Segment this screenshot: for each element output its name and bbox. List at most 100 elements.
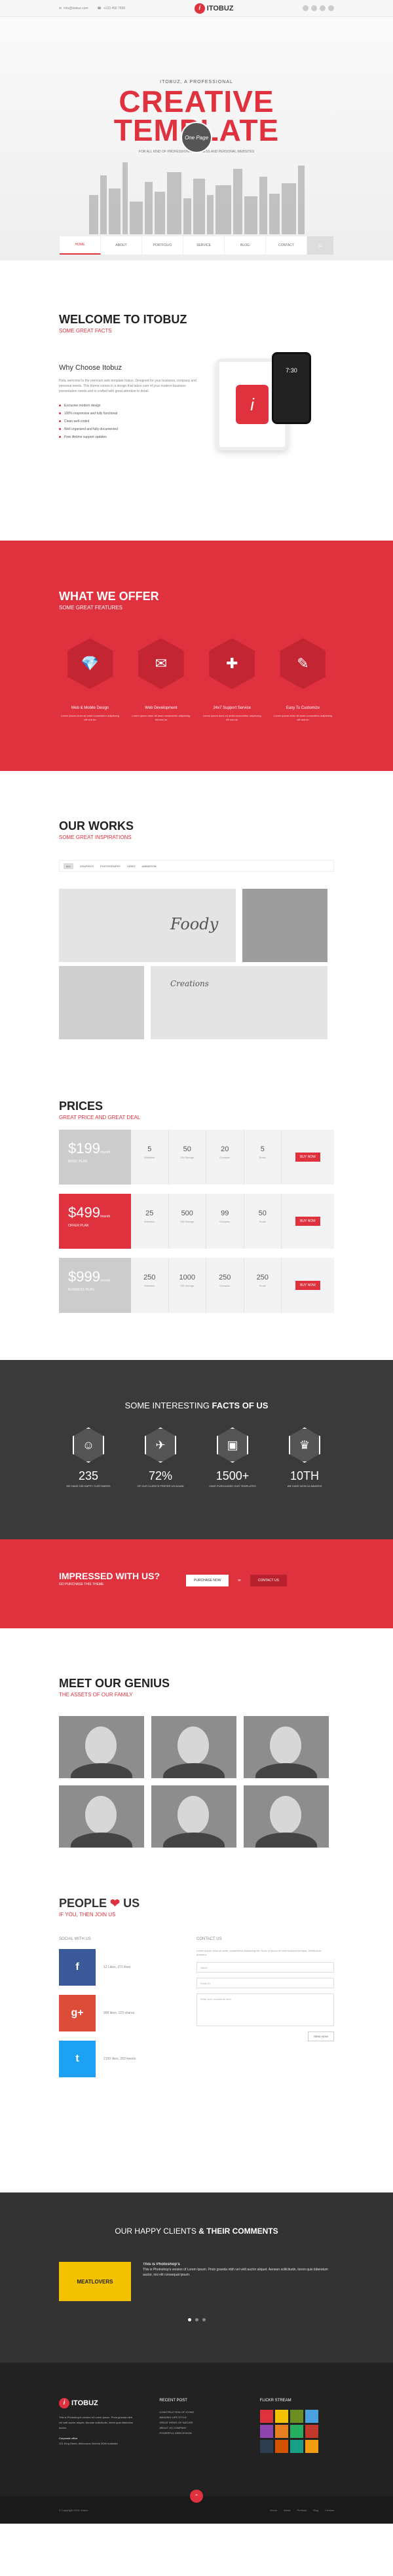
social-googleplus[interactable]: g+ 999 likes, 123 shares	[59, 1995, 157, 2031]
footer-bottom: ⌃ © Copyright 2014, Itobuz Home About Po…	[0, 2490, 393, 2524]
portfolio-tile-foody[interactable]: Foody	[59, 889, 236, 962]
plan-price: $999/month BUSINESS PLAN	[59, 1258, 131, 1313]
footer-link-blog[interactable]: Blog	[313, 2509, 318, 2512]
flickr-thumbnail[interactable]	[305, 2425, 318, 2438]
team-grid	[59, 1716, 334, 1848]
offer-item-title: Web Development	[145, 706, 178, 710]
flickr-thumbnail[interactable]	[259, 2425, 273, 2438]
envelope-icon: ✉	[138, 638, 184, 689]
facebook-icon[interactable]	[303, 5, 309, 11]
nav-about[interactable]: ABOUT	[101, 236, 142, 255]
logo-text: ITOBUZ	[206, 4, 234, 12]
team-section: MEET OUR GENIUS THE ASSETS OF OUR FAMILY	[0, 1628, 393, 1880]
cell-label: Domains	[219, 1284, 231, 1287]
footer-logo[interactable]: i ITOBUZ	[59, 2398, 133, 2408]
carousel-dot[interactable]	[202, 2318, 206, 2321]
filter-graphics[interactable]: GRAPHICS	[80, 865, 94, 868]
team-member-photo[interactable]	[244, 1716, 329, 1778]
flickr-thumbnail[interactable]	[259, 2410, 273, 2423]
flickr-thumbnail[interactable]	[274, 2425, 288, 2438]
send-now-button[interactable]: SEND NOW	[308, 2031, 334, 2041]
flickr-thumbnail[interactable]	[274, 2410, 288, 2423]
carousel-dot[interactable]	[195, 2318, 198, 2321]
offer-subtitle: SOME GREAT FEATURES	[59, 605, 122, 611]
filter-video[interactable]: VIDEO	[127, 865, 135, 868]
filter-animation[interactable]: ANIMATION	[142, 865, 157, 868]
flickr-thumbnail[interactable]	[259, 2440, 273, 2453]
testimonials-section: OUR HAPPY CLIENTS & THEIR COMMENTS MEATL…	[0, 2192, 393, 2363]
cell-value: 99	[221, 1209, 229, 1217]
dribbble-icon[interactable]	[328, 5, 334, 11]
team-member-photo[interactable]	[244, 1785, 329, 1848]
email-item[interactable]: ✉ info@itobuz.com	[59, 7, 88, 10]
cell-label: Websites	[144, 1156, 155, 1159]
nav-portfolio[interactable]: PORTFOLIO	[142, 236, 183, 255]
flickr-thumbnail[interactable]	[290, 2410, 303, 2423]
footer-link-about[interactable]: About	[284, 2509, 290, 2512]
plan-cell: 50 Email	[244, 1194, 282, 1249]
team-member-photo[interactable]	[151, 1785, 236, 1848]
portfolio-tile[interactable]	[242, 889, 328, 962]
scroll-up-icon[interactable]: ⌃	[190, 2490, 203, 2503]
fact-number: 72%	[148, 1469, 173, 1482]
social-facebook[interactable]: f 12 Likes, 271 likes	[59, 1949, 157, 1986]
filter-all[interactable]: ALL	[64, 863, 74, 869]
recent-post-link[interactable]: ABOUT US COMPANY	[159, 2425, 233, 2431]
lifebuoy-icon: ✚	[209, 638, 255, 689]
nav-service[interactable]: SERVICE	[183, 236, 225, 255]
nav-blog[interactable]: BLOG	[225, 236, 266, 255]
footer-link-portfolio[interactable]: Portfolio	[297, 2509, 307, 2512]
footer-link-home[interactable]: Home	[270, 2509, 277, 2512]
footer-columns: i ITOBUZ This is Photoshop's version of …	[59, 2398, 334, 2453]
name-field[interactable]: Name	[196, 1962, 334, 1973]
flickr-thumbnail[interactable]	[290, 2440, 303, 2453]
carousel-dot[interactable]	[187, 2318, 191, 2321]
nav-home[interactable]: HOME	[60, 236, 101, 255]
buy-now-button[interactable]: BUY NOW	[295, 1217, 320, 1226]
nav-contact[interactable]: CONTACT	[266, 236, 307, 255]
cell-label: Email	[259, 1156, 266, 1159]
recent-post-link[interactable]: CONSTRUCTION OF ICONS	[159, 2410, 233, 2415]
purchase-now-button[interactable]: PURCHASE NOW	[186, 1575, 229, 1586]
social-twitter[interactable]: t 2199 likes, 350 tweets	[59, 2041, 157, 2077]
cell-label: GB Storage	[180, 1284, 195, 1287]
portfolio-tile-creations[interactable]: Creations	[151, 966, 328, 1039]
team-member-photo[interactable]	[59, 1785, 144, 1848]
social-stats: 999 likes, 123 shares	[103, 2011, 135, 2015]
team-member-photo[interactable]	[151, 1716, 236, 1778]
welcome-section: WELCOME TO ITOBUZ SOME GREAT FACTS Why C…	[0, 260, 393, 541]
flickr-thumbnail[interactable]	[274, 2440, 288, 2453]
twitter-icon[interactable]	[311, 5, 317, 11]
buy-now-button[interactable]: BUY NOW	[295, 1153, 320, 1162]
testimonials-title-pre: OUR HAPPY CLIENTS	[115, 2227, 196, 2236]
footer-about: i ITOBUZ This is Photoshop's version of …	[59, 2398, 133, 2453]
flickr-thumbnail[interactable]	[305, 2440, 318, 2453]
buy-now-button[interactable]: BUY NOW	[295, 1281, 320, 1290]
message-field[interactable]: Write your comments here	[196, 1994, 334, 2026]
social-column: SOCIAL WITH US f 12 Likes, 271 likes g+ …	[59, 1937, 157, 2086]
plan-buy: BUY NOW	[282, 1130, 334, 1185]
footer-link-contact[interactable]: Contact	[325, 2509, 334, 2512]
recent-post-link[interactable]: AMAZING LIFE STYLE	[159, 2415, 233, 2420]
plan-cell: 25 Websites	[131, 1194, 169, 1249]
welcome-body: Hola, welcome to the premium web templat…	[59, 379, 196, 393]
logo-text: ITOBUZ	[71, 2399, 98, 2407]
flickr-thumbnail[interactable]	[305, 2410, 318, 2423]
portfolio-tile[interactable]	[59, 966, 144, 1039]
plan-cell: 250 Domains	[206, 1258, 244, 1313]
prices-section: PRICES GREAT PRICE AND GREAT DEAL $199/m…	[0, 1059, 393, 1360]
works-title: OUR WORKS	[59, 819, 134, 832]
googleplus-icon[interactable]	[320, 5, 326, 11]
recent-post-link[interactable]: GREAT VIEWS OF NATURE	[159, 2420, 233, 2425]
filter-photography[interactable]: PHOTOGRAPHY	[100, 865, 121, 868]
recent-post-link[interactable]: POWERFUL WEB DESIGN	[159, 2431, 233, 2436]
contact-us-button[interactable]: CONTACT US	[250, 1575, 287, 1586]
logo[interactable]: i ITOBUZ	[194, 3, 234, 14]
flickr-thumbnail[interactable]	[290, 2425, 303, 2438]
price-plan: $999/month BUSINESS PLAN 250 Websites 100…	[59, 1258, 334, 1313]
search-icon[interactable]: ⌕	[307, 236, 333, 255]
cell-label: Websites	[144, 1220, 155, 1223]
phone-item: ☎ +123 456 7890	[97, 6, 126, 10]
team-member-photo[interactable]	[59, 1716, 144, 1778]
email-field[interactable]: Email ID	[196, 1978, 334, 1988]
